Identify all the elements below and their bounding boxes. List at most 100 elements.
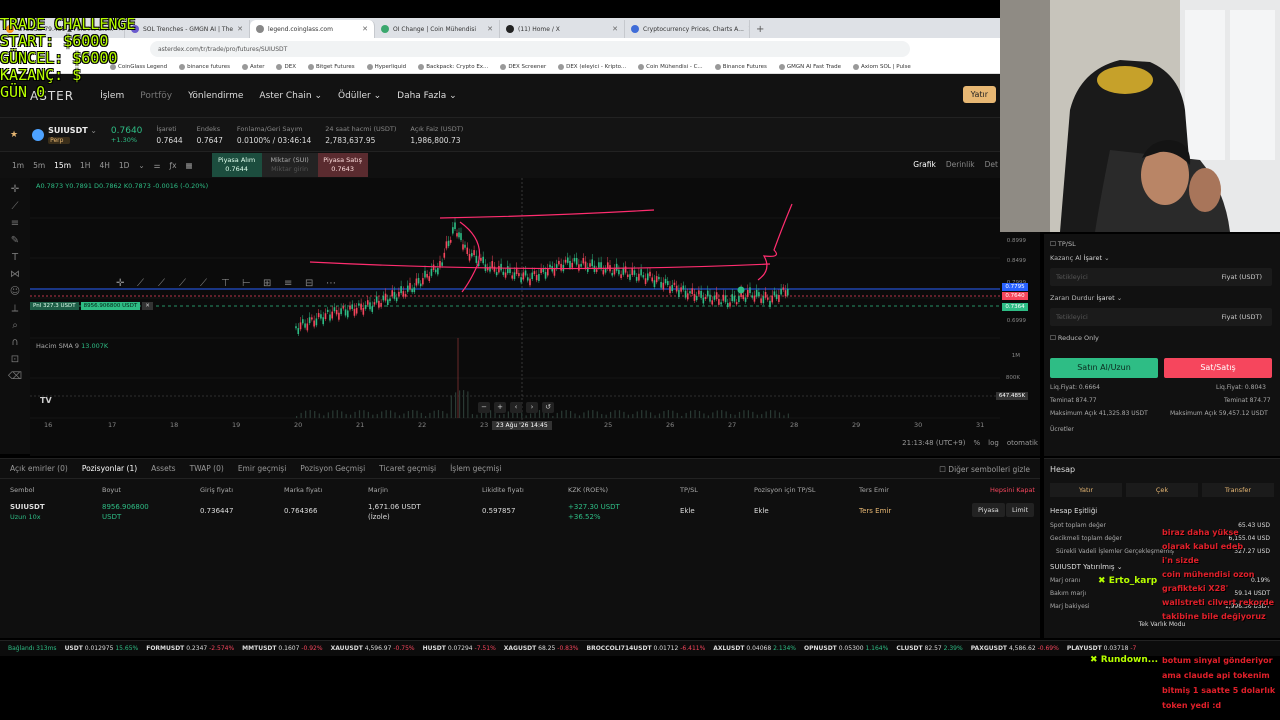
tab-details[interactable]: Det [985,160,998,169]
close-tab-icon[interactable]: ✕ [362,25,368,33]
zoom-icon[interactable]: ⌕ [0,320,30,331]
lock-icon[interactable]: ⊡ [0,354,30,365]
new-tab-icon[interactable]: + [756,24,764,35]
positions-tab[interactable]: TWAP (0) [190,464,224,473]
quick-market-buy-button[interactable]: Piyasa Alım 0.7644 [211,153,262,177]
layout-icon[interactable]: ▦ [186,161,193,170]
reset-chart-button[interactable]: ↺ [542,402,554,413]
asset-mode[interactable]: Tek Varlık Modu [1050,621,1274,628]
browser-tab[interactable]: Cryptocurrency Prices, Charts A...✕ [625,20,750,38]
positions-tab[interactable]: Assets [151,464,175,473]
chart-draw-tool-icon[interactable]: ⟋ [158,278,165,289]
ticker-item[interactable]: HUSDT 0.07294 -7.51% [423,645,496,652]
chart-draw-tool-icon[interactable]: ✛ [116,278,125,289]
positions-tab[interactable]: Pozisyon Geçmişi [300,464,365,473]
chart-draw-tool-icon[interactable]: ⊟ [305,278,313,289]
nav-item-portfolio[interactable]: Portföy [140,91,172,101]
ticker-item[interactable]: XAGUSDT 68.25 -0.83% [504,645,579,652]
auto-scale-toggle[interactable]: otomatik [1007,439,1038,447]
bookmark-item[interactable]: GMGN AI Fast Trade [779,64,841,70]
quick-qty-input[interactable]: Miktar (SUI) Miktar girin [261,153,318,177]
bookmark-item[interactable]: Bitget Futures [308,64,355,70]
tab-chart[interactable]: Grafik [913,160,936,169]
timeframe-1d[interactable]: 1D [119,161,130,170]
browser-tab[interactable]: legend.coinglass.com ✕ [250,20,375,38]
chart-draw-tool-icon[interactable]: ⋯ [326,278,336,289]
log-scale-toggle[interactable]: log [988,439,999,447]
chart-draw-tool-icon[interactable]: ⟋ [137,278,144,289]
ticker-item[interactable]: OPNUSDT 0.05300 1.164% [804,645,888,652]
bookmark-item[interactable]: Binance Futures [715,64,767,70]
text-icon[interactable]: T [0,252,30,263]
row-symbol[interactable]: SUIUSDT [10,503,45,511]
close-tab-icon[interactable]: ✕ [237,25,243,33]
magnet-icon[interactable]: ∩ [0,337,30,348]
brush-icon[interactable]: ✎ [0,235,30,246]
ticker-item[interactable]: CLUSDT 82.57 2.39% [896,645,962,652]
fees-link[interactable]: Ücretler [1050,426,1074,433]
bookmark-item[interactable]: DEX Screener [500,64,546,70]
fib-icon[interactable]: ≡ [0,218,30,229]
positions-tab[interactable]: Açık emirler (0) [10,464,68,473]
ticker-item[interactable]: MMTUSDT 0.1607 -0.92% [242,645,322,652]
row-tpsl-add[interactable]: Ekle [680,507,695,515]
ticker-item[interactable]: PLAYUSDT 0.03718 -7 [1067,645,1137,652]
position-line-tag[interactable]: Pnl 327.3 USDT 8956.906800 USDT ✕ [30,302,153,310]
price-chart[interactable]: ✛ ⟋ ⟋ ⟋ ⟋ ⊤ ⊢ ⊞ ≡ ⊟ ⋯ A0.7873 Y0.7891 D0.7862 K0.7… [30,178,1040,456]
timeframe-15m[interactable]: 15m [54,161,71,170]
candle-type-icon[interactable]: ⚌ [154,161,161,170]
positions-tab[interactable]: Emir geçmişi [238,464,286,473]
chart-draw-tool-icon[interactable]: ⊢ [242,278,251,289]
timeframe-4h[interactable]: 4H [99,161,109,170]
browser-tab[interactable]: (11) Home / X ✕ [500,20,625,38]
take-profit-input[interactable]: Tetikleyici Fiyat (USDT) [1050,268,1272,286]
bookmark-item[interactable]: DEX [276,64,295,70]
account-transfer-button[interactable]: Transfer [1202,483,1274,497]
chart-draw-tool-icon[interactable]: ⊤ [221,278,230,289]
quick-market-sell-button[interactable]: Piyasa Satış 0.7643 [317,153,368,177]
bookmark-item[interactable]: Axiom SOL | Pulse [853,64,911,70]
close-tab-icon[interactable]: ✕ [748,25,749,33]
chart-draw-tool-icon[interactable]: ⊞ [263,278,271,289]
buy-long-button[interactable]: Satın Al/Uzun [1050,358,1158,378]
indicators-icon[interactable]: ƒx [169,161,176,170]
row-reverse-order[interactable]: Ters Emir [859,507,891,515]
bookmark-item[interactable]: Hyperliquid [367,64,407,70]
chart-draw-tool-icon[interactable]: ⟋ [179,278,186,289]
account-withdraw-button[interactable]: Çek [1126,483,1198,497]
chart-draw-tool-icon[interactable]: ⟋ [200,278,207,289]
bookmark-item[interactable]: Backpack: Crypto Ex... [418,64,488,70]
ticker-item[interactable]: PAXGUSDT 4,586.62 -0.69% [971,645,1059,652]
favorite-star-icon[interactable]: ★ [10,130,18,140]
bookmark-item[interactable]: Coin Mühendisi - C... [638,64,703,70]
close-market-button[interactable]: Piyasa [972,503,1005,517]
ticker-item[interactable]: AXLUSDT 0.04068 2.134% [713,645,796,652]
zoom-out-button[interactable]: − [478,402,490,413]
stop-loss-input[interactable]: Tetikleyici Fiyat (USDT) [1050,308,1272,326]
bookmark-item[interactable]: Aster [242,64,264,70]
positions-tab[interactable]: İşlem geçmişi [450,464,501,473]
trend-line-icon[interactable]: ⟋ [0,201,30,212]
emoji-icon[interactable]: ☺ [0,286,30,297]
close-tab-icon[interactable]: ✕ [487,25,493,33]
measure-icon[interactable]: ⟂ [0,303,30,314]
reduce-only-checkbox[interactable]: ☐ Reduce Only [1050,334,1099,342]
pattern-icon[interactable]: ⋈ [0,269,30,280]
close-all-button[interactable]: Hepsini Kapat [990,486,1035,494]
nav-item-rewards[interactable]: Ödüller ⌄ [338,91,381,101]
ticker-item[interactable]: FORMUSDT 0.2347 -2.574% [146,645,234,652]
tab-depth[interactable]: Derinlik [946,160,975,169]
timeframe-5m[interactable]: 5m [33,161,45,170]
ticker-item[interactable]: USDT 0.012975 15.65% [65,645,139,652]
timeframe-1m[interactable]: 1m [12,161,24,170]
hide-other-symbols-checkbox[interactable]: ☐ Diğer sembolleri gizle [939,465,1030,474]
bookmark-item[interactable]: binance futures [179,64,230,70]
chart-draw-tool-icon[interactable]: ≡ [284,278,292,289]
ticker-item[interactable]: BROCCOLI714USDT 0.01712 -6.411% [587,645,706,652]
deposit-button[interactable]: Yatır [962,86,996,103]
positions-tab[interactable]: Pozisyonlar (1) [82,464,137,473]
row-position-tpsl-add[interactable]: Ekle [754,507,769,515]
nav-item-aster-chain[interactable]: Aster Chain ⌄ [259,91,322,101]
sell-short-button[interactable]: Sat/Satış [1164,358,1272,378]
url-field[interactable]: asterdex.com/tr/trade/pro/futures/SUIUSD… [150,41,910,57]
